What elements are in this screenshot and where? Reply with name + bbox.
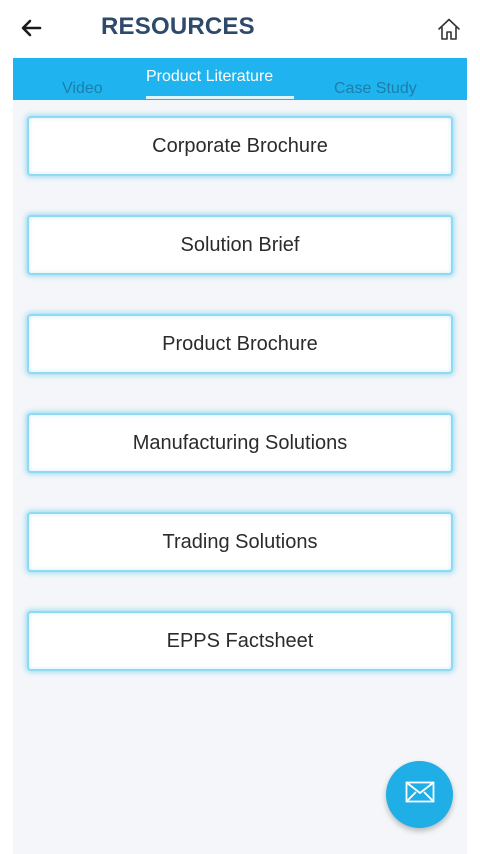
top-app-bar: RESOURCES — [0, 0, 480, 58]
list-item-corporate-brochure[interactable]: Corporate Brochure — [27, 116, 453, 176]
app-screen: RESOURCES Video Product Literature Case … — [0, 0, 480, 854]
page-title: RESOURCES — [101, 13, 255, 40]
resource-list: Corporate Brochure Solution Brief Produc… — [13, 100, 467, 854]
tab-case-study[interactable]: Case Study — [334, 80, 417, 98]
list-item-epps-factsheet[interactable]: EPPS Factsheet — [27, 611, 453, 671]
active-tab-indicator — [146, 96, 294, 99]
list-item-trading-solutions[interactable]: Trading Solutions — [27, 512, 453, 572]
list-item-solution-brief[interactable]: Solution Brief — [27, 215, 453, 275]
mail-button[interactable] — [386, 761, 453, 828]
list-item-manufacturing-solutions[interactable]: Manufacturing Solutions — [27, 413, 453, 473]
home-icon[interactable] — [436, 16, 462, 42]
mail-icon — [405, 781, 435, 808]
tab-bar: Video Product Literature Case Study — [13, 58, 467, 100]
list-item-product-brochure[interactable]: Product Brochure — [27, 314, 453, 374]
tab-video[interactable]: Video — [62, 80, 103, 98]
tab-product-literature[interactable]: Product Literature — [146, 68, 273, 86]
arrow-left-icon[interactable] — [20, 17, 42, 39]
